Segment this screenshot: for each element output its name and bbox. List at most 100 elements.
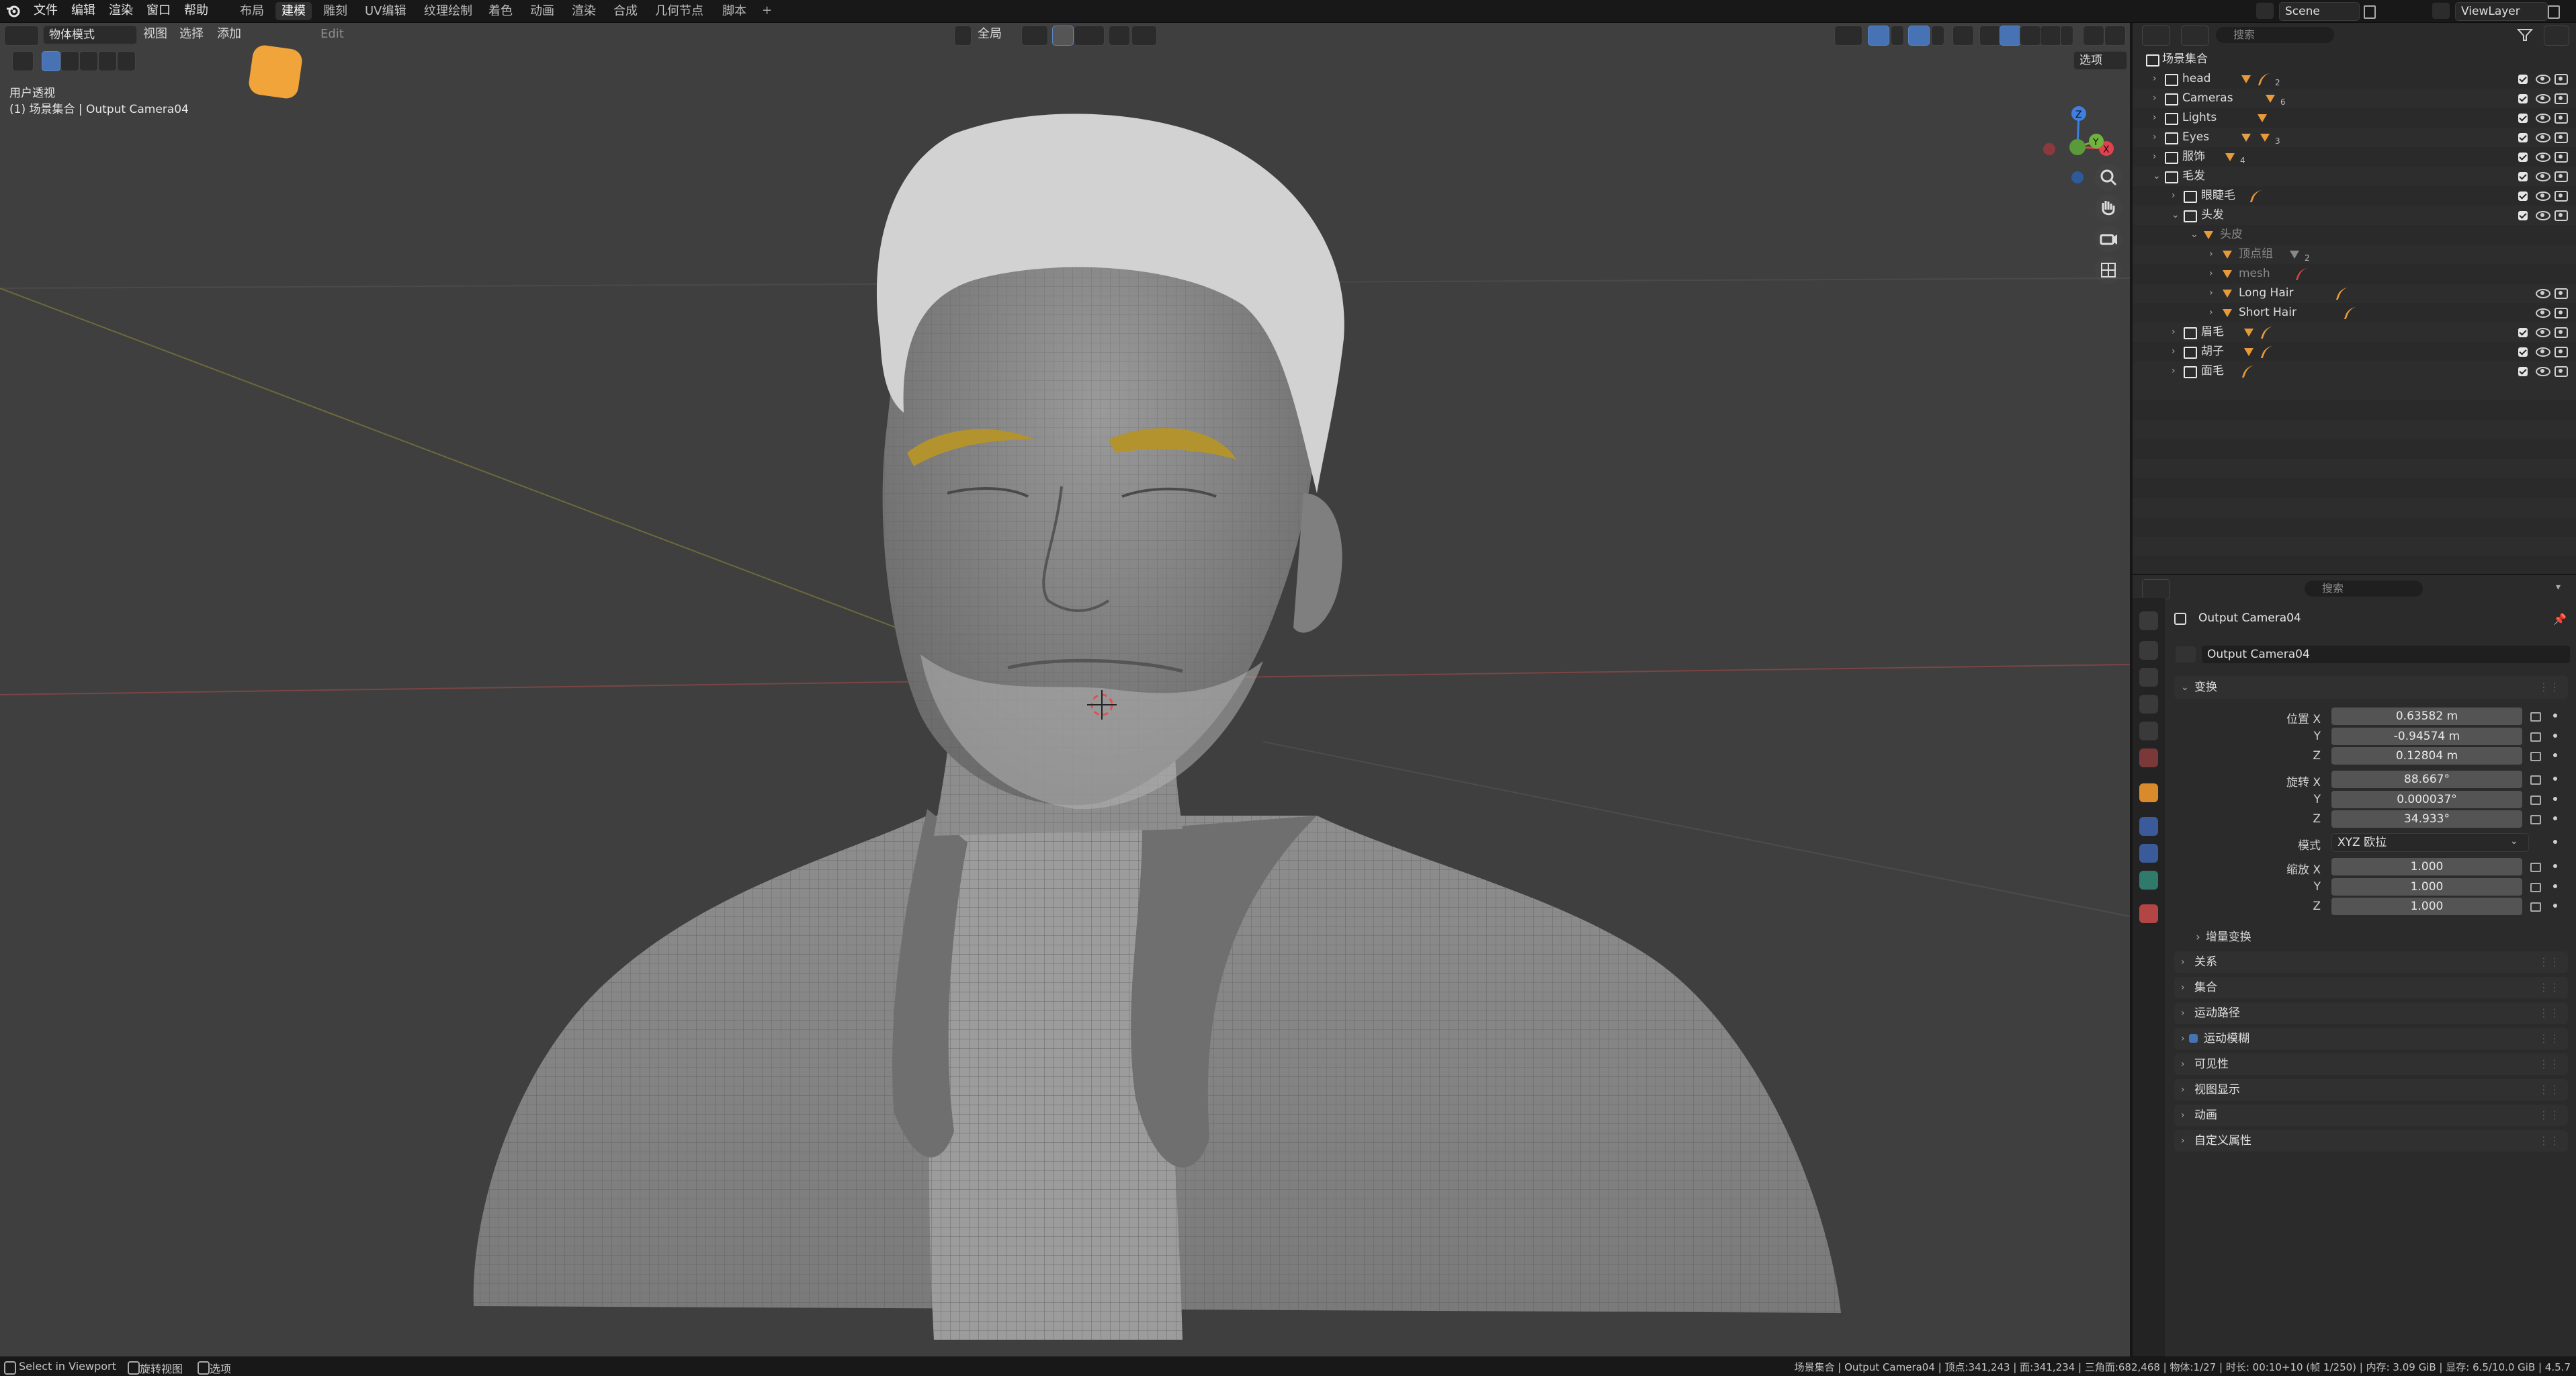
tab-render-icon[interactable]	[2139, 641, 2158, 660]
visibility-eye-icon[interactable]	[2536, 153, 2550, 162]
outliner-editor-type-icon[interactable]	[2142, 26, 2170, 46]
drag-handle-icon[interactable]: ⋮⋮	[2538, 1028, 2560, 1049]
properties-editor-type-icon[interactable]	[2142, 579, 2170, 599]
expand-chevron-icon[interactable]: ›	[2172, 342, 2176, 361]
render-settings-icon[interactable]	[2104, 26, 2126, 46]
outliner-row[interactable]: › Cameras 6	[2133, 89, 2576, 108]
select-invert-icon[interactable]	[98, 51, 117, 71]
expand-chevron-icon[interactable]: ›	[2209, 264, 2213, 284]
drag-handle-icon[interactable]: ⋮⋮	[2538, 1105, 2560, 1126]
expand-chevron-icon[interactable]: ⌄	[2172, 206, 2180, 225]
transform-orientation[interactable]: 全局	[973, 26, 1006, 43]
select-subtract-icon[interactable]	[79, 51, 98, 71]
rotation-mode-chevron-icon[interactable]: ⌄	[2510, 836, 2518, 847]
select-intersect-icon[interactable]	[117, 51, 136, 71]
lock-icon[interactable]	[2530, 902, 2541, 912]
tab-output-icon[interactable]	[2139, 668, 2158, 687]
visibility-eye-icon[interactable]	[2536, 367, 2550, 376]
expand-chevron-icon[interactable]: ›	[2153, 69, 2157, 89]
location-z-field[interactable]: 0.12804 m	[2331, 747, 2522, 765]
select-tool-icon[interactable]	[12, 51, 34, 71]
tab-compositing[interactable]: 合成	[607, 2, 644, 20]
panel-collapsed[interactable]: › 自定义属性 ⋮⋮	[2174, 1130, 2568, 1152]
panel-collapsed[interactable]: › 集合 ⋮⋮	[2174, 977, 2568, 998]
keyframe-dot-icon[interactable]	[2553, 797, 2557, 801]
rendered-shading-icon[interactable]	[2040, 26, 2061, 46]
tab-sculpting[interactable]: 雕刻	[317, 2, 353, 20]
lock-icon[interactable]	[2530, 752, 2541, 761]
expand-chevron-icon[interactable]: ⌄	[2190, 225, 2198, 245]
falloff-icon[interactable]	[1131, 26, 1157, 46]
transform-orientation-icon[interactable]	[954, 26, 972, 46]
panel-collapsed[interactable]: › 可见性 ⋮⋮	[2174, 1054, 2568, 1075]
exclude-checkbox[interactable]	[2518, 191, 2528, 201]
drag-handle-icon[interactable]: ⋮⋮	[2538, 1079, 2560, 1101]
gizmo-toggle-icon[interactable]	[1868, 26, 1889, 46]
panel-collapsed[interactable]: › 运动路径 ⋮⋮	[2174, 1002, 2568, 1024]
snap-target-icon[interactable]	[1074, 26, 1105, 46]
menu-add[interactable]: 添加	[212, 26, 246, 43]
menu-window[interactable]: 窗口	[141, 3, 176, 19]
outliner-row[interactable]: › head 2	[2133, 69, 2576, 89]
expand-chevron-icon[interactable]: ›	[2172, 322, 2176, 342]
tab-layout[interactable]: 布局	[234, 2, 270, 20]
outliner-row[interactable]: › Eyes 3	[2133, 128, 2576, 147]
xray-toggle-icon[interactable]	[1952, 26, 1974, 46]
menu-help[interactable]: 帮助	[179, 3, 214, 19]
visibility-eye-icon[interactable]	[2536, 94, 2550, 103]
menu-render[interactable]: 渲染	[103, 3, 138, 19]
select-extend-icon[interactable]	[60, 51, 79, 71]
expand-chevron-icon[interactable]: ›	[2153, 147, 2157, 167]
exclude-checkbox[interactable]	[2518, 153, 2528, 162]
shading-dropdown-icon[interactable]	[2060, 26, 2073, 46]
snap-toggle-icon[interactable]	[1052, 26, 1074, 46]
view-layer-field[interactable]: ViewLayer	[2455, 2, 2548, 21]
render-camera-icon[interactable]	[2554, 74, 2568, 85]
render-camera-icon[interactable]	[2554, 347, 2568, 357]
rotation-z-field[interactable]: 34.933°	[2331, 810, 2522, 828]
new-view-layer-icon[interactable]	[2548, 5, 2560, 19]
render-preview-icon[interactable]	[2083, 26, 2104, 46]
scale-z-field[interactable]: 1.000	[2331, 898, 2522, 915]
menu-file[interactable]: 文件	[28, 3, 63, 19]
tab-texture-icon[interactable]	[2139, 904, 2158, 923]
visibility-eye-icon[interactable]	[2536, 114, 2550, 123]
lock-icon[interactable]	[2530, 815, 2541, 824]
visibility-eye-icon[interactable]	[2536, 211, 2550, 220]
tab-scene-icon[interactable]	[2139, 722, 2158, 740]
expand-chevron-icon[interactable]: ›	[2172, 361, 2176, 381]
outliner-search-input[interactable]: 搜索	[2216, 27, 2334, 43]
lock-icon[interactable]	[2530, 712, 2541, 722]
visibility-eye-icon[interactable]	[2536, 347, 2550, 357]
outliner-row[interactable]: › 服饰 4	[2133, 147, 2576, 167]
3d-viewport[interactable]: 用户透视 (1) 场景集合 | Output Camera04 Z X Y	[0, 23, 2130, 1357]
panel-collapsed[interactable]: › 运动模糊 ⋮⋮	[2174, 1028, 2568, 1049]
exclude-checkbox[interactable]	[2518, 75, 2528, 84]
tab-shading[interactable]: 着色	[482, 2, 519, 20]
render-camera-icon[interactable]	[2554, 308, 2568, 318]
exclude-checkbox[interactable]	[2518, 367, 2528, 376]
overlay-toggle-icon[interactable]	[1908, 26, 1930, 46]
zoom-icon[interactable]	[2095, 164, 2122, 191]
pan-hand-icon[interactable]	[2095, 195, 2122, 222]
object-name-field[interactable]: Output Camera04	[2201, 645, 2571, 664]
addon-badge-icon[interactable]	[247, 44, 304, 100]
new-collection-icon[interactable]	[2544, 26, 2569, 46]
outliner-row[interactable]: › 眉毛	[2133, 322, 2576, 342]
add-workspace-icon[interactable]: +	[757, 3, 777, 19]
tab-view-layer-icon[interactable]	[2139, 695, 2158, 714]
outliner-row[interactable]: ⌄ 头皮	[2133, 225, 2576, 245]
view-layer-icon[interactable]	[2432, 3, 2450, 19]
tab-uv-editing[interactable]: UV编辑	[359, 2, 413, 20]
menu-view[interactable]: 视图	[138, 26, 172, 43]
outliner-row[interactable]: › 顶点组 2	[2133, 245, 2576, 264]
tab-physics-icon[interactable]	[2139, 844, 2158, 863]
outliner-root-row[interactable]: 场景集合	[2133, 50, 2576, 69]
expand-chevron-icon[interactable]: ›	[2209, 245, 2213, 264]
lock-icon[interactable]	[2530, 883, 2541, 892]
lock-icon[interactable]	[2530, 863, 2541, 872]
tab-animation[interactable]: 动画	[524, 2, 560, 20]
pin-scene-icon[interactable]	[2364, 5, 2376, 19]
scene-selector-icon[interactable]	[2256, 3, 2274, 19]
gizmo-dropdown-icon[interactable]	[1891, 26, 1904, 46]
